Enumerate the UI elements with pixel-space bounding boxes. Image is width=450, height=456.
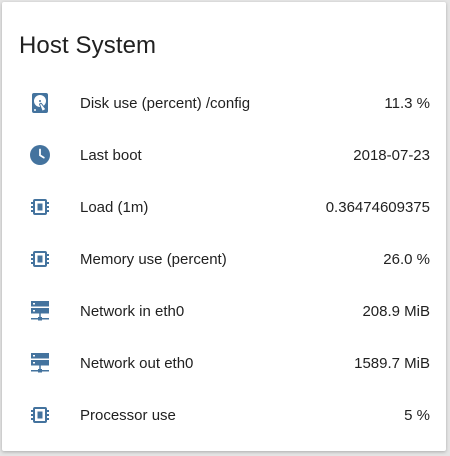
sensor-value: 11.3 % bbox=[384, 94, 430, 112]
sensor-value: 26.0 % bbox=[383, 250, 430, 268]
sensor-value: 1589.7 MiB bbox=[354, 354, 430, 372]
sensor-label: Last boot bbox=[80, 146, 142, 164]
sensor-label: Load (1m) bbox=[80, 198, 149, 216]
sensor-row-disk-use[interactable]: Disk use (percent) /config 11.3 % bbox=[2, 77, 446, 129]
sensor-value: 208.9 MiB bbox=[362, 302, 430, 320]
host-system-card: Host System Disk use (percent) /config 1… bbox=[2, 2, 446, 451]
sensor-label: Processor use bbox=[80, 406, 176, 424]
chip-icon bbox=[28, 195, 52, 219]
sensor-row-network-out[interactable]: Network out eth0 1589.7 MiB bbox=[2, 337, 446, 389]
sensor-row-last-boot[interactable]: Last boot 2018-07-23 bbox=[2, 129, 446, 181]
chip-icon bbox=[28, 403, 52, 427]
server-network-icon bbox=[28, 299, 52, 323]
sensor-row-memory-use[interactable]: Memory use (percent) 26.0 % bbox=[2, 233, 446, 285]
sensor-row-load-1m[interactable]: Load (1m) 0.36474609375 bbox=[2, 181, 446, 233]
server-network-icon bbox=[28, 351, 52, 375]
sensor-label: Memory use (percent) bbox=[80, 250, 227, 268]
chip-icon bbox=[28, 247, 52, 271]
sensor-label: Disk use (percent) /config bbox=[80, 94, 251, 112]
sensor-list: Disk use (percent) /config 11.3 % Last b… bbox=[2, 77, 446, 441]
sensor-label: Network out eth0 bbox=[80, 354, 194, 372]
clock-icon bbox=[28, 143, 52, 167]
sensor-value: 0.36474609375 bbox=[325, 198, 430, 216]
harddisk-icon bbox=[28, 91, 52, 115]
card-title: Host System bbox=[19, 32, 157, 59]
sensor-value: 2018-07-23 bbox=[353, 146, 430, 164]
sensor-row-network-in[interactable]: Network in eth0 208.9 MiB bbox=[2, 285, 446, 337]
sensor-row-processor-use[interactable]: Processor use 5 % bbox=[2, 389, 446, 441]
sensor-value: 5 % bbox=[404, 406, 430, 424]
sensor-label: Network in eth0 bbox=[80, 302, 185, 320]
